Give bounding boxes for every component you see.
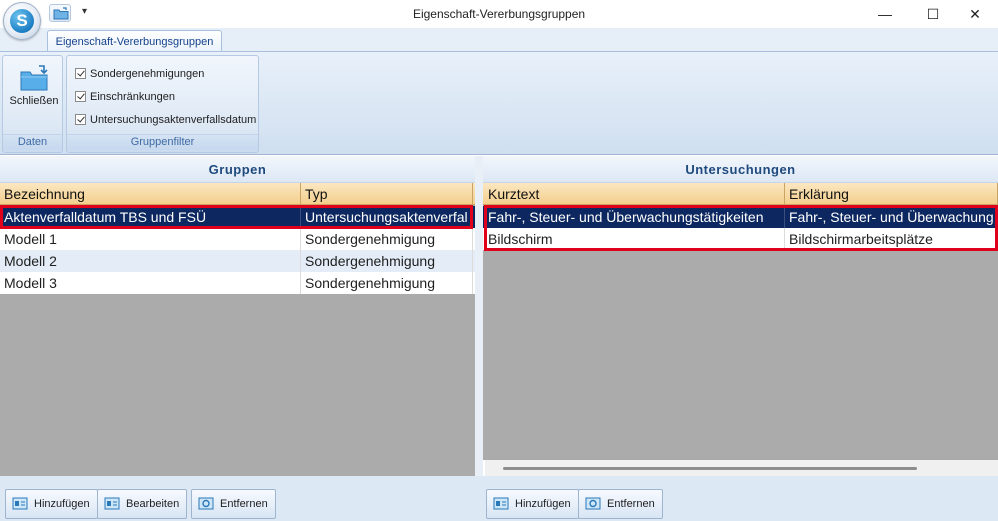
cell-bezeichnung: Modell 1: [0, 228, 301, 250]
gruppen-panel-title: Gruppen: [0, 156, 475, 183]
add-card-icon: [12, 497, 28, 510]
table-row[interactable]: Modell 3 Sondergenehmigung: [0, 272, 475, 294]
column-header-bezeichnung[interactable]: Bezeichnung: [0, 183, 301, 205]
ribbon-group-gruppenfilter: Sondergenehmigungen Einschränkungen Unte…: [66, 55, 259, 153]
close-window-button[interactable]: ✕: [952, 0, 998, 28]
untersuchungen-hinzufuegen-button[interactable]: Hinzufügen: [486, 489, 579, 519]
ribbon-tab-strip: Eigenschaft-Vererbungsgruppen: [0, 28, 998, 53]
gruppen-hinzufuegen-button[interactable]: Hinzufügen: [5, 489, 98, 519]
button-label: Hinzufügen: [34, 498, 90, 510]
cell-erklaerung: Fahr-, Steuer- und Überwachung: [785, 206, 998, 228]
ribbon-group-daten: Schließen Daten: [2, 55, 63, 153]
cell-typ: Sondergenehmigung: [301, 250, 473, 272]
minimize-button[interactable]: —: [862, 0, 908, 28]
gruppen-bearbeiten-button[interactable]: Bearbeiten: [97, 489, 188, 519]
title-bar: S ▾ Eigenschaft-Vererbungsgruppen — ☐ ✕: [0, 0, 998, 40]
untersuchungen-panel: Untersuchungen Kurztext Erklärung Fahr-,…: [483, 156, 998, 460]
folder-back-icon: [20, 65, 48, 91]
cell-typ: Untersuchungsaktenverfal: [301, 206, 473, 228]
remove-card-icon: [198, 497, 214, 510]
table-row[interactable]: Fahr-, Steuer- und Überwachungstätigkeit…: [483, 206, 998, 228]
cell-typ: Sondergenehmigung: [301, 228, 473, 250]
edit-card-icon: [104, 497, 120, 510]
gruppen-entfernen-button[interactable]: Entfernen: [191, 489, 276, 519]
panel-splitter[interactable]: [475, 156, 483, 476]
column-header-erklaerung[interactable]: Erklärung: [785, 183, 998, 205]
cell-typ: Sondergenehmigung: [301, 272, 473, 294]
horizontal-scrollbar[interactable]: [485, 460, 998, 476]
window-title: Eigenschaft-Vererbungsgruppen: [412, 7, 586, 21]
button-label: Entfernen: [607, 498, 655, 510]
gruppen-grid-header: Bezeichnung Typ: [0, 183, 475, 205]
checkbox-sondergenehmigungen[interactable]: Sondergenehmigungen: [75, 68, 204, 86]
cell-bezeichnung: Modell 2: [0, 250, 301, 272]
maximize-button[interactable]: ☐: [910, 0, 956, 28]
table-row[interactable]: Modell 1 Sondergenehmigung: [0, 228, 475, 250]
button-label: Bearbeiten: [126, 498, 180, 510]
checkbox-label: Sondergenehmigungen: [90, 68, 205, 80]
checkbox-checked-icon[interactable]: [75, 91, 86, 102]
column-header-typ[interactable]: Typ: [301, 183, 473, 205]
schliessen-button[interactable]: Schließen: [6, 60, 62, 120]
app-logo-button[interactable]: S: [3, 2, 41, 40]
gruppen-panel: Gruppen Bezeichnung Typ Aktenverfalldatu…: [0, 156, 475, 476]
checkbox-label: Untersuchungsaktenverfallsdatum: [90, 114, 257, 126]
ribbon-group-label-gruppenfilter: Gruppenfilter: [67, 134, 258, 150]
schliessen-label: Schließen: [9, 95, 59, 107]
checkbox-checked-icon[interactable]: [75, 114, 86, 125]
cell-kurztext: Bildschirm: [484, 228, 785, 250]
scrollbar-thumb[interactable]: [503, 467, 917, 470]
checkbox-label: Einschränkungen: [90, 91, 176, 103]
table-row[interactable]: Bildschirm Bildschirmarbeitsplätze: [483, 228, 998, 250]
column-header-kurztext[interactable]: Kurztext: [484, 183, 785, 205]
ribbon-tab-eigenschaft-vererbungsgruppen[interactable]: Eigenschaft-Vererbungsgruppen: [47, 30, 222, 53]
app-logo-letter: S: [10, 9, 34, 33]
ribbon-group-label-daten: Daten: [3, 134, 62, 150]
untersuchungen-panel-title: Untersuchungen: [483, 156, 998, 183]
checkbox-einschraenkungen[interactable]: Einschränkungen: [75, 91, 175, 109]
cell-bezeichnung: Aktenverfalldatum TBS und FSÜ: [0, 206, 301, 228]
cell-erklaerung: Bildschirmarbeitsplätze: [785, 228, 998, 250]
cell-kurztext: Fahr-, Steuer- und Überwachungstätigkeit…: [484, 206, 785, 228]
checkbox-checked-icon[interactable]: [75, 68, 86, 79]
untersuchungen-grid-header: Kurztext Erklärung: [483, 183, 998, 205]
add-card-icon: [493, 497, 509, 510]
button-label: Entfernen: [220, 498, 268, 510]
cell-bezeichnung: Modell 3: [0, 272, 301, 294]
ribbon-body: Schließen Daten Sondergenehmigungen Eins…: [0, 51, 998, 155]
checkbox-untersuchungsaktenverfallsdatum[interactable]: Untersuchungsaktenverfallsdatum: [75, 114, 256, 132]
table-row[interactable]: Aktenverfalldatum TBS und FSÜ Untersuchu…: [0, 206, 475, 228]
remove-card-icon: [585, 497, 601, 510]
untersuchungen-entfernen-button[interactable]: Entfernen: [578, 489, 663, 519]
button-label: Hinzufügen: [515, 498, 571, 510]
table-row[interactable]: Modell 2 Sondergenehmigung: [0, 250, 475, 272]
